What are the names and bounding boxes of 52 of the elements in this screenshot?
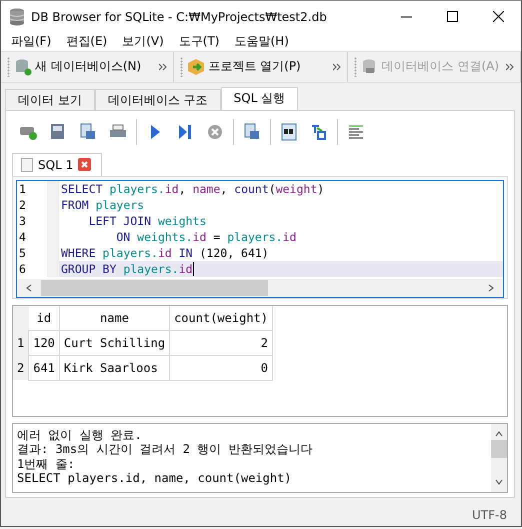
column-header[interactable]: id <box>28 306 60 330</box>
table-cell: Kirk Saarloos <box>59 355 170 380</box>
table-cell: Curt Schilling <box>59 330 170 356</box>
tab[interactable]: 데이터 보기 <box>5 88 95 110</box>
line-number: 5 <box>18 244 27 261</box>
document-icon <box>21 158 33 172</box>
row-number[interactable]: 1 <box>13 330 29 356</box>
message-text: 에러 없이 실행 완료. 결과: 3ms의 시간이 걸려서 2 행이 반환되었습니다 1번째 줄: SELECT players.id, name, count(weight) <box>16 426 314 488</box>
toolbar-button[interactable]: 프로젝트 열기(P) <box>183 56 305 78</box>
margin-strip <box>47 260 59 277</box>
scrollbar-thumb[interactable] <box>491 440 507 458</box>
overflow-icon[interactable] <box>332 62 341 71</box>
line-number: 6 <box>18 260 27 277</box>
table-cell: 2 <box>170 330 272 356</box>
close-icon[interactable] <box>492 11 504 22</box>
line-number: 1 <box>18 180 27 197</box>
column-header[interactable]: count(weight) <box>170 306 272 330</box>
encoding-label: UTF-8 <box>472 508 507 522</box>
scroll-up-icon[interactable] <box>495 430 503 438</box>
line-number: 2 <box>18 196 27 213</box>
column-header[interactable]: name <box>59 306 170 330</box>
code-line: SELECT players.id, name, count(weight) <box>60 180 326 197</box>
overflow-icon[interactable] <box>506 62 514 71</box>
toolbar-button[interactable]: 새 데이터베이스(N) <box>10 56 146 78</box>
database-icon <box>9 8 25 26</box>
database-add-icon <box>14 58 32 76</box>
maximize-icon[interactable] <box>446 11 458 22</box>
scrollbar-thumb[interactable] <box>41 280 268 296</box>
editor-tab[interactable]: SQL 1 <box>12 152 102 176</box>
sql-editor[interactable]: 1 SELECT players.id, name, count(weight) 2 FROM players 3 LEFT JOIN weights 4 ON weights.id = players.id 5 WHERE players.id IN (120, 641) 6 GROUP BY players.id <box>16 180 504 298</box>
table-cell: 120 <box>28 330 60 356</box>
code-line: ON weights.id = players.id <box>115 228 298 245</box>
tab[interactable]: 데이터베이스 구조 <box>94 88 221 110</box>
menu-item[interactable]: 도움말(H) <box>228 32 298 50</box>
scroll-down-icon[interactable] <box>495 478 503 486</box>
menu-item[interactable]: 편집(E) <box>60 32 116 50</box>
table-cell: 0 <box>170 355 272 380</box>
menu-item[interactable]: 보기(V) <box>116 32 173 50</box>
row-number[interactable]: 2 <box>13 355 29 380</box>
code-line: WHERE players.id IN (120, 641) <box>60 244 270 261</box>
menu-item[interactable]: 도구(T) <box>172 32 228 50</box>
tab[interactable]: SQL 실행 <box>220 86 298 110</box>
overflow-icon[interactable] <box>159 62 168 71</box>
tab-label: SQL 1 <box>38 158 74 172</box>
box-arrow-icon <box>187 58 206 76</box>
table-cell: 641 <box>28 355 60 380</box>
code-line: FROM players <box>60 196 146 213</box>
code-line: LEFT JOIN weights <box>88 212 208 229</box>
menu-item[interactable]: 파일(F) <box>5 32 60 50</box>
window-title: DB Browser for SQLite - C:₩MyProjects₩test2.db <box>31 10 328 24</box>
line-number: 3 <box>18 212 27 229</box>
line-number: 4 <box>18 228 27 245</box>
